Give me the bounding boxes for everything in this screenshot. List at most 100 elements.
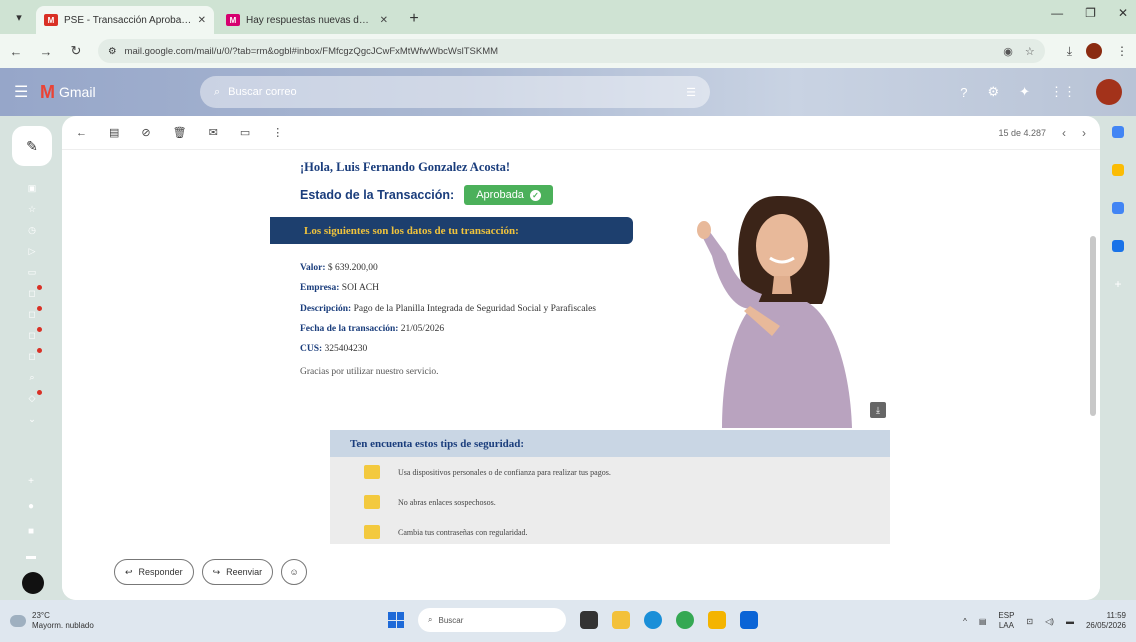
back-icon[interactable]: ← <box>8 44 24 59</box>
browser-menu-icon[interactable]: ⋮ <box>1116 44 1128 58</box>
tasks-icon[interactable] <box>1112 202 1124 214</box>
transaction-details: Valor: $ 639.200,00 Empresa: SOI ACH Des… <box>300 262 650 378</box>
clock[interactable]: 11:59 26/05/2026 <box>1086 611 1126 630</box>
older-icon[interactable]: › <box>1082 126 1086 140</box>
field-empresa: Empresa: SOI ACH <box>300 282 650 294</box>
network-icon[interactable]: ⊡ <box>1026 617 1033 626</box>
outlook-icon[interactable] <box>740 611 758 629</box>
snoozed-icon[interactable]: ◷ <box>26 224 38 236</box>
weather-widget[interactable]: 23°C Mayorm. nublado <box>10 611 370 630</box>
more-actions-icon[interactable]: ⋮ <box>272 126 283 139</box>
forward-button[interactable]: ↪ Reenviar <box>201 559 274 585</box>
help-icon[interactable]: ? <box>960 85 967 100</box>
tab-close-icon[interactable]: ✕ <box>380 15 388 26</box>
reply-icon: ↩ <box>125 566 133 577</box>
field-value: 21/05/2026 <box>400 324 445 335</box>
gemini-sparkle-icon[interactable]: ✦ <box>1019 84 1030 100</box>
extension-icon[interactable]: ◉ <box>1003 45 1013 58</box>
minimize-icon[interactable]: — <box>1051 6 1063 20</box>
delete-icon[interactable]: 🗑 <box>173 126 187 139</box>
gmail-header: ☰ M Gmail ⌕ Buscar correo ☰ ? ⚙ ✦ ⋮⋮ <box>0 68 1136 116</box>
file-explorer-icon[interactable] <box>612 611 630 629</box>
profile-avatar[interactable] <box>1086 43 1102 59</box>
close-window-icon[interactable]: ✕ <box>1118 6 1128 20</box>
inbox-icon[interactable]: ▣ <box>26 182 38 194</box>
chat-icon[interactable]: ● <box>28 501 34 512</box>
emoji-button[interactable]: ☺ <box>281 559 308 585</box>
gmail-logo[interactable]: M Gmail <box>40 82 200 103</box>
tab-close-icon[interactable]: ✕ <box>198 15 206 26</box>
download-icon[interactable]: ⤓ <box>1067 44 1072 59</box>
search-options-icon[interactable]: ☰ <box>686 86 696 99</box>
app-icon[interactable] <box>708 611 726 629</box>
scrollbar[interactable] <box>1090 236 1096 416</box>
label-icon[interactable]: ◻ <box>26 327 42 341</box>
chrome-icon[interactable] <box>676 611 694 629</box>
archive-icon[interactable]: ▤ <box>109 126 119 139</box>
keep-icon[interactable] <box>1112 164 1124 176</box>
taskbar-search-input[interactable]: Buscar <box>438 616 463 625</box>
mark-unread-icon[interactable]: ✉ <box>209 126 218 139</box>
move-to-icon[interactable]: ▭ <box>240 126 250 139</box>
sent-icon[interactable]: ▷ <box>26 245 38 257</box>
language-indicator[interactable]: ESP LAA <box>998 611 1014 630</box>
address-bar[interactable]: ⚙ mail.google.com/mail/u/0/?tab=rm&ogbl#… <box>98 39 1045 63</box>
tray-app-icon[interactable]: ▤ <box>979 617 987 626</box>
download-image-icon[interactable]: ⤓ <box>870 402 886 418</box>
settings-gear-icon[interactable]: ⚙ <box>987 84 999 100</box>
newer-icon[interactable]: ‹ <box>1062 126 1066 140</box>
password-icon <box>364 525 380 539</box>
bookmark-star-icon[interactable]: ☆ <box>1025 45 1035 58</box>
label-icon[interactable]: ◻ <box>26 285 42 299</box>
contacts-icon[interactable] <box>1112 240 1124 252</box>
reload-icon[interactable]: ↻ <box>68 43 84 59</box>
field-valor: Valor: $ 639.200,00 <box>300 262 650 274</box>
new-tab-button[interactable]: + <box>402 7 426 31</box>
drafts-icon[interactable]: ▭ <box>26 266 38 278</box>
tip-item: No abras enlaces sospechosos. <box>364 487 890 517</box>
meet-icon[interactable]: ■ <box>28 526 34 537</box>
site-info-icon[interactable]: ⚙ <box>108 46 117 57</box>
taskview-icon[interactable] <box>580 611 598 629</box>
tab-respuestas[interactable]: M Hay respuestas nuevas de tu LI ✕ <box>218 6 396 34</box>
label-icon[interactable]: ◇ <box>26 390 42 404</box>
starred-icon[interactable]: ☆ <box>26 203 38 215</box>
search-label-icon[interactable]: ⌕ <box>26 371 38 383</box>
more-icon[interactable]: ⌄ <box>26 413 38 425</box>
field-label: Valor: <box>300 263 326 273</box>
account-avatar[interactable] <box>1096 79 1122 105</box>
status-avatar[interactable] <box>22 572 44 594</box>
search-icon[interactable]: ⌕ <box>214 86 220 99</box>
back-to-inbox-icon[interactable]: ← <box>76 127 87 139</box>
label-icon[interactable]: ◻ <box>26 348 42 362</box>
reply-button[interactable]: ↩ Responder <box>114 559 194 585</box>
clock-date: 26/05/2026 <box>1085 621 1126 630</box>
tab-search-button[interactable]: ▾ <box>6 5 32 29</box>
field-value: $ 639.200,00 <box>327 263 378 273</box>
spaces-icon[interactable]: ▬ <box>26 551 36 562</box>
tip-text: Usa dispositivos personales o de confian… <box>398 467 611 477</box>
main-menu-icon[interactable]: ☰ <box>14 82 40 102</box>
apps-grid-icon[interactable]: ⋮⋮ <box>1050 84 1076 100</box>
field-cus: CUS: 325404230 <box>300 343 650 355</box>
search-input[interactable]: Buscar correo <box>228 86 678 98</box>
tray-chevron-icon[interactable]: ^ <box>963 617 967 626</box>
add-label-icon[interactable]: + <box>28 476 34 487</box>
add-addon-icon[interactable]: + <box>1112 278 1124 290</box>
label-icon[interactable]: ◻ <box>26 306 42 320</box>
compose-button[interactable]: ✎ <box>12 126 52 166</box>
mail-search-bar[interactable]: ⌕ Buscar correo ☰ <box>200 76 710 108</box>
report-spam-icon[interactable]: ⊘ <box>141 126 150 139</box>
taskbar-search[interactable]: ⌕ Buscar <box>418 608 566 632</box>
restore-icon[interactable]: ❐ <box>1085 6 1096 20</box>
field-label: CUS: <box>300 344 323 355</box>
start-button[interactable] <box>388 612 404 628</box>
gmail-favicon-icon: M <box>226 14 240 26</box>
forward-icon[interactable]: → <box>38 44 54 59</box>
calendar-icon[interactable] <box>1112 126 1124 138</box>
battery-icon[interactable]: ▬ <box>1066 617 1074 626</box>
tips-title: Ten encuenta estos tips de seguridad: <box>330 430 890 457</box>
volume-icon[interactable]: ◁) <box>1045 617 1054 626</box>
edge-icon[interactable] <box>644 611 662 629</box>
tab-pse[interactable]: M PSE - Transacción Aprobada ✕ <box>36 6 214 34</box>
